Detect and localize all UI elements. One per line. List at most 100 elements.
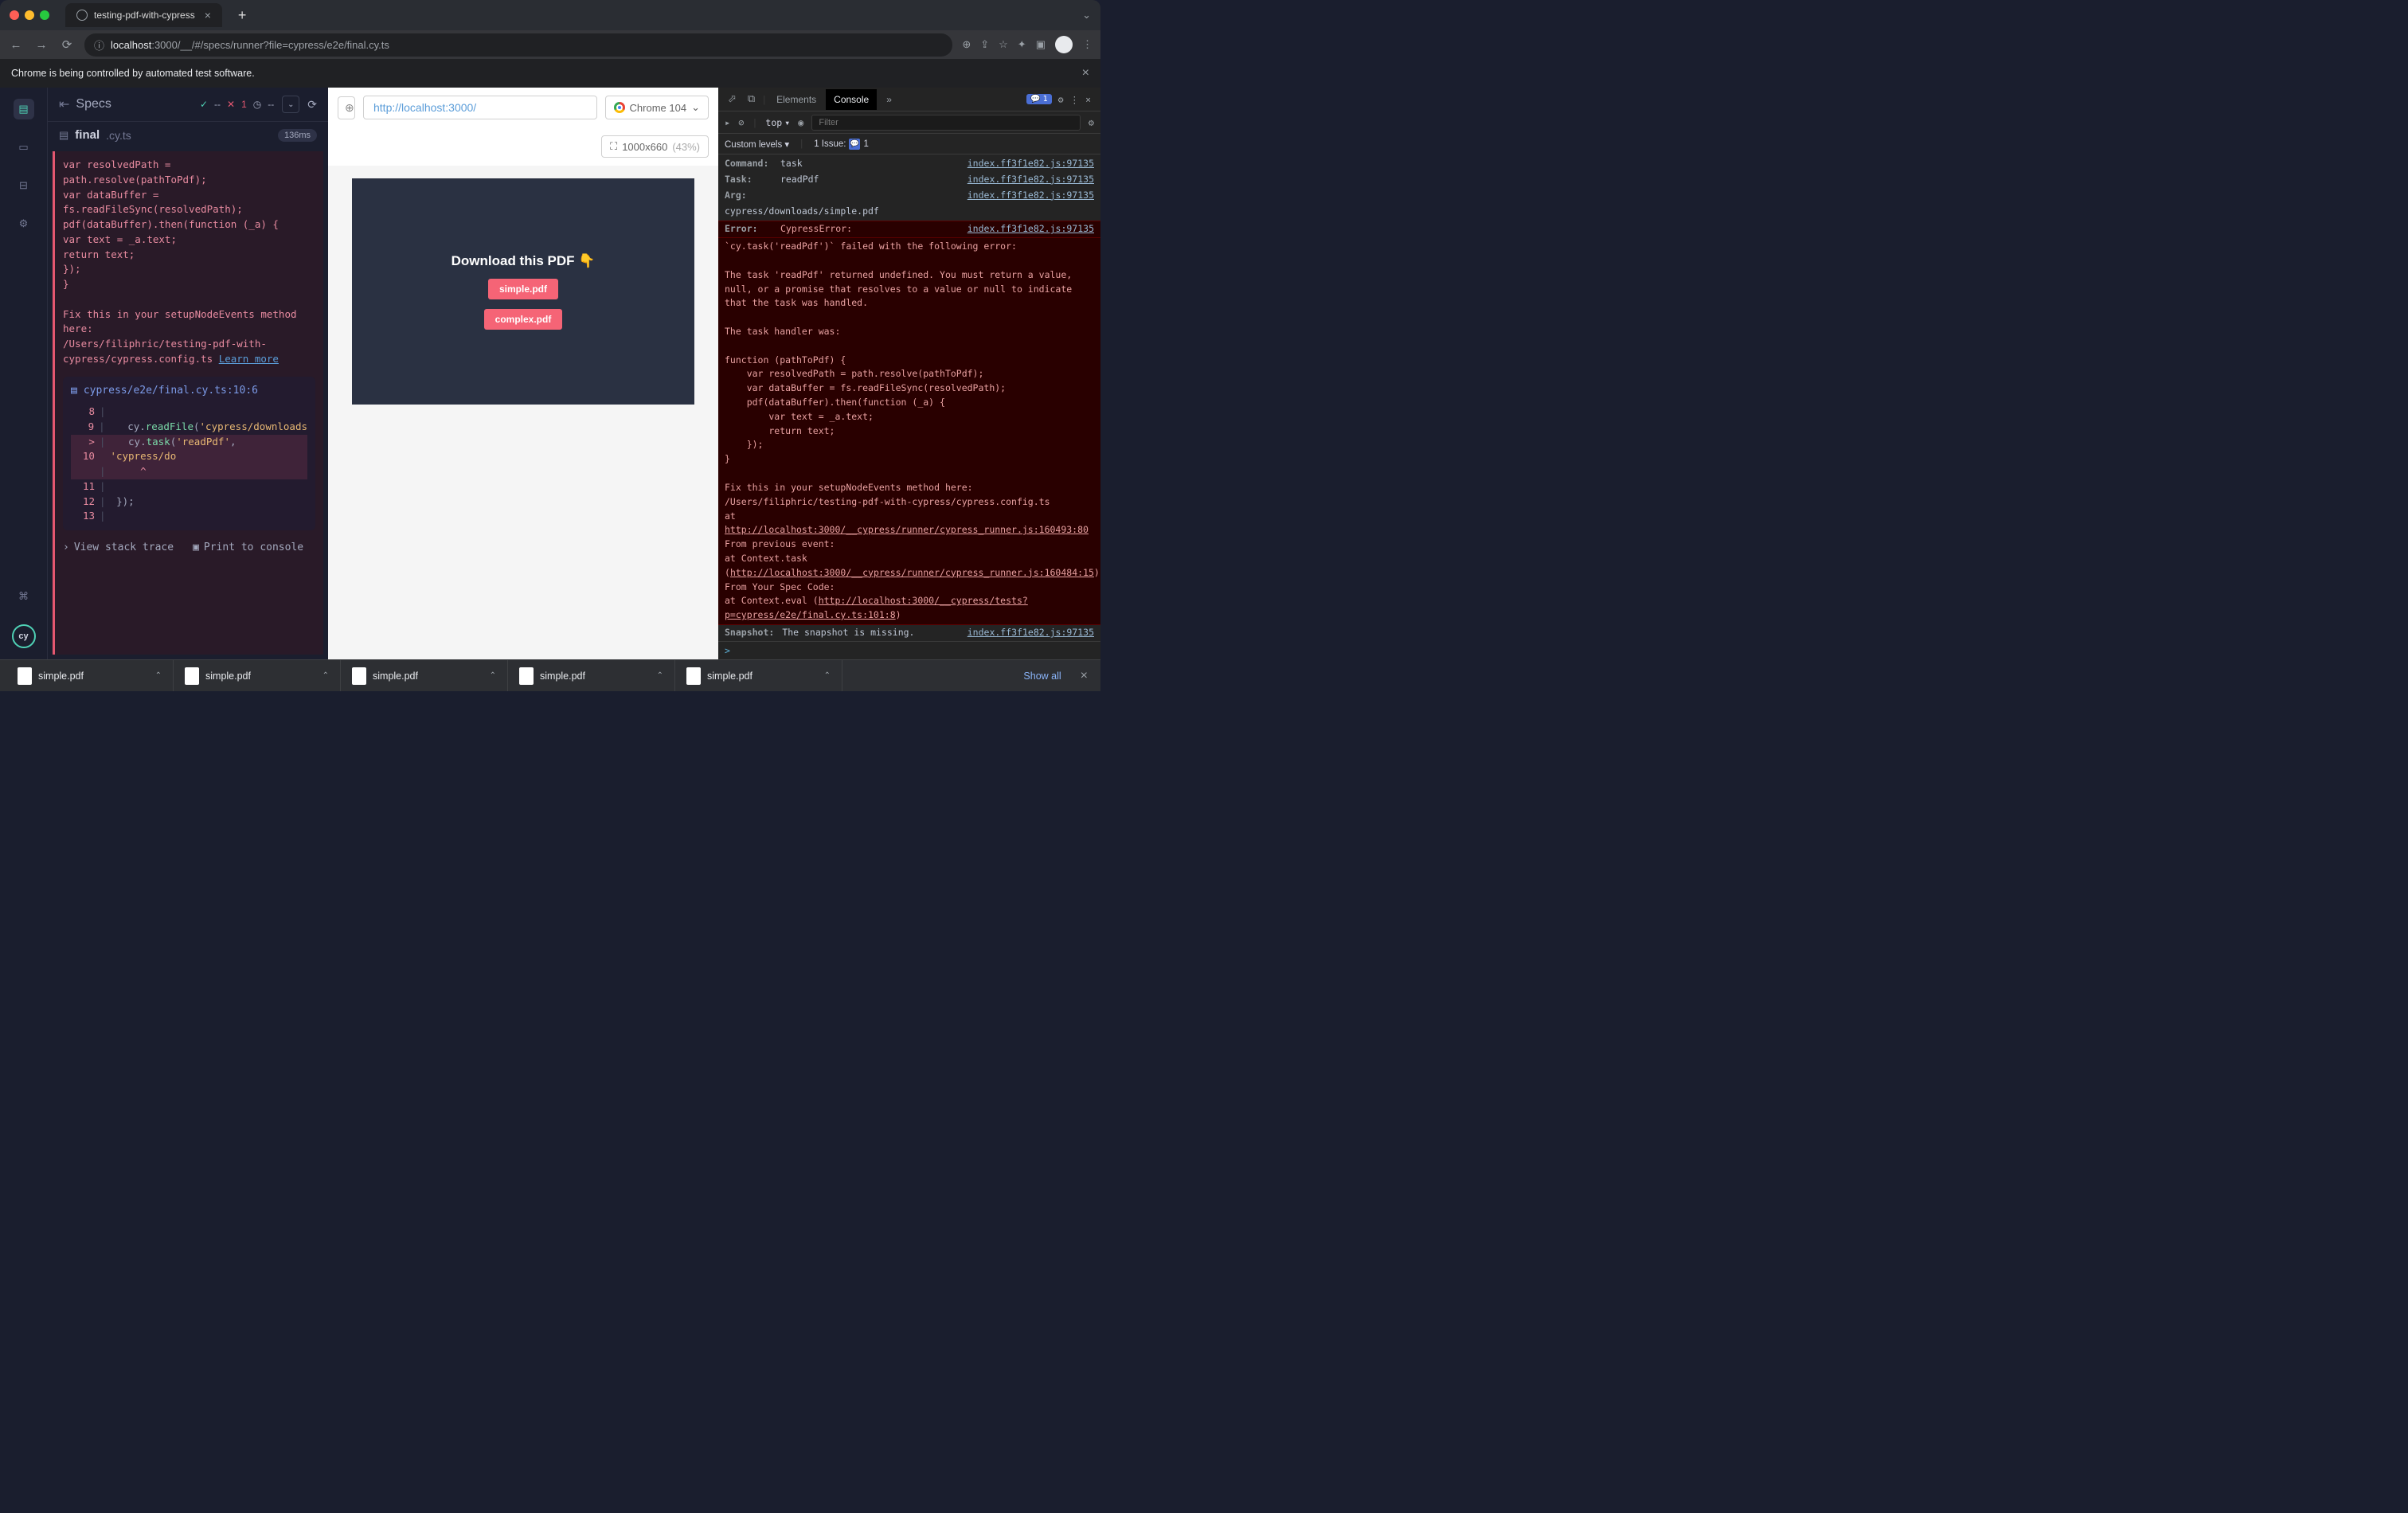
maximize-window-button[interactable] xyxy=(40,10,49,20)
avatar[interactable] xyxy=(1055,36,1073,53)
info-icon[interactable]: ⓘ xyxy=(94,37,104,53)
chevron-down-icon[interactable]: ⌄ xyxy=(1082,9,1091,22)
specs-title[interactable]: ⇤ Specs xyxy=(59,96,192,112)
context-selector[interactable]: top ▾ xyxy=(765,117,790,128)
share-icon[interactable]: ⇪ xyxy=(980,38,989,51)
chevron-up-icon[interactable]: ⌃ xyxy=(490,671,496,680)
download-complex-button[interactable]: complex.pdf xyxy=(484,309,563,330)
runs-nav-icon[interactable]: ▭ xyxy=(14,137,34,158)
source-link[interactable]: index.ff3f1e82.js:97135 xyxy=(968,626,1094,641)
download-item[interactable]: simple.pdf⌃ xyxy=(675,660,842,691)
gear-icon[interactable]: ⚙ xyxy=(1058,94,1064,105)
sidepanel-icon[interactable]: ▣ xyxy=(1036,38,1046,51)
viewport-size[interactable]: ⛶ 1000x660 (43%) xyxy=(601,135,709,158)
chevron-up-icon[interactable]: ⌃ xyxy=(322,671,329,680)
eye-icon[interactable]: ◉ xyxy=(798,117,803,128)
star-icon[interactable]: ☆ xyxy=(999,38,1008,51)
selector-playground-button[interactable]: ⊕ xyxy=(338,96,355,119)
filter-input[interactable] xyxy=(811,115,1080,131)
url-host: localhost xyxy=(111,39,151,51)
url-path: :3000/__/#/specs/runner?file=cypress/e2e… xyxy=(151,39,389,51)
code-frame-file[interactable]: ▤ cypress/e2e/final.cy.ts:10:6 xyxy=(71,383,307,399)
show-all-downloads[interactable]: Show all xyxy=(1010,670,1073,682)
source-link[interactable]: index.ff3f1e82.js:97135 xyxy=(968,173,1094,187)
console-output: Command:taskindex.ff3f1e82.js:97135 Task… xyxy=(718,154,1100,641)
close-icon[interactable]: × xyxy=(1082,66,1089,80)
clear-icon[interactable]: ⊘ xyxy=(738,117,744,128)
file-icon xyxy=(185,667,199,685)
specs-nav-icon[interactable]: ▤ xyxy=(14,99,34,119)
console-prompt[interactable]: > xyxy=(718,641,1100,659)
learn-more-link[interactable]: Learn more xyxy=(219,353,279,365)
download-item[interactable]: simple.pdf⌃ xyxy=(6,660,174,691)
console-icon: ▣ xyxy=(193,540,199,556)
close-window-button[interactable] xyxy=(10,10,19,20)
aut-heading: Download this PDF 👇 xyxy=(452,253,596,269)
play-icon[interactable]: ▸ xyxy=(725,117,730,128)
error-panel: var resolvedPath = path.resolve(pathToPd… xyxy=(53,151,323,655)
device-icon[interactable]: ⧉ xyxy=(743,93,760,105)
reload-button[interactable]: ⟳ xyxy=(59,37,75,52)
source-link[interactable]: index.ff3f1e82.js:97135 xyxy=(968,189,1094,203)
spec-file-row[interactable]: ▤ final.cy.ts 136ms xyxy=(48,122,328,148)
automation-msg: Chrome is being controlled by automated … xyxy=(11,68,255,79)
issues-link[interactable]: 1 Issue: 💬1 xyxy=(814,139,869,150)
tab-more[interactable]: » xyxy=(878,89,900,110)
browser-selector[interactable]: Chrome 104 ⌄ xyxy=(605,96,709,119)
chevron-down-icon[interactable]: ⌄ xyxy=(282,96,299,113)
kebab-icon[interactable]: ⋮ xyxy=(1082,38,1093,51)
file-icon: ▤ xyxy=(59,129,68,142)
refresh-button[interactable]: ⟳ xyxy=(307,98,317,111)
tab-title: testing-pdf-with-cypress xyxy=(94,10,195,21)
search-icon[interactable]: ⊕ xyxy=(962,38,971,51)
keyboard-icon[interactable]: ⌘ xyxy=(14,586,34,607)
tab-console[interactable]: Console xyxy=(826,89,877,110)
chevron-up-icon[interactable]: ⌃ xyxy=(155,671,162,680)
close-icon[interactable]: × xyxy=(1074,669,1094,683)
specs-header: ⇤ Specs ✓-- ✕1 ◷-- ⌄ ⟳ xyxy=(48,88,328,122)
back-button[interactable]: ← xyxy=(8,38,24,52)
fail-icon: ✕ xyxy=(227,99,235,110)
inspect-icon[interactable]: ⬀ xyxy=(723,93,741,105)
issues-badge[interactable]: 💬 1 xyxy=(1026,94,1051,104)
aut-url[interactable]: http://localhost:3000/ xyxy=(363,96,597,119)
kebab-icon[interactable]: ⋮ xyxy=(1070,94,1080,105)
browser-nav-bar: ← → ⟳ ⓘ localhost:3000/__/#/specs/runner… xyxy=(0,30,1100,59)
browser-tab[interactable]: testing-pdf-with-cypress × xyxy=(65,3,222,27)
download-simple-button[interactable]: simple.pdf xyxy=(488,279,558,299)
cypress-logo[interactable]: cy xyxy=(12,624,36,648)
stack-link[interactable]: http://localhost:3000/__cypress/runner/c… xyxy=(730,567,1094,578)
forward-button[interactable]: → xyxy=(33,38,49,52)
settings-nav-icon[interactable]: ⚙ xyxy=(14,213,34,234)
spec-name: final xyxy=(75,128,100,142)
source-link[interactable]: index.ff3f1e82.js:97135 xyxy=(968,222,1094,237)
minimize-window-button[interactable] xyxy=(25,10,34,20)
chevron-up-icon[interactable]: ⌃ xyxy=(657,671,663,680)
print-console-button[interactable]: ▣Print to console xyxy=(193,540,303,556)
preview-toolbar: ⊕ http://localhost:3000/ Chrome 104 ⌄ ⛶ … xyxy=(328,88,718,166)
gear-icon[interactable]: ⚙ xyxy=(1089,117,1094,128)
file-icon xyxy=(352,667,366,685)
levels-selector[interactable]: Custom levels ▾ xyxy=(725,139,789,150)
chevron-down-icon: ⌄ xyxy=(691,101,700,114)
console-toolbar: ▸ ⊘ | top ▾ ◉ ⚙ xyxy=(718,111,1100,134)
tab-elements[interactable]: Elements xyxy=(768,89,824,110)
window-titlebar: testing-pdf-with-cypress × + ⌄ xyxy=(0,0,1100,30)
url-bar[interactable]: ⓘ localhost:3000/__/#/specs/runner?file=… xyxy=(84,33,952,57)
download-item[interactable]: simple.pdf⌃ xyxy=(508,660,675,691)
close-icon[interactable]: × xyxy=(205,9,211,22)
file-icon: ▤ xyxy=(71,383,77,399)
close-icon[interactable]: × xyxy=(1085,94,1091,105)
stack-link[interactable]: http://localhost:3000/__cypress/runner/c… xyxy=(725,524,1089,535)
extensions-icon[interactable]: ✦ xyxy=(1018,38,1026,51)
source-link[interactable]: index.ff3f1e82.js:97135 xyxy=(968,157,1094,171)
spec-duration: 136ms xyxy=(278,129,317,142)
downloads-bar: simple.pdf⌃ simple.pdf⌃ simple.pdf⌃ simp… xyxy=(0,659,1100,691)
chevron-up-icon[interactable]: ⌃ xyxy=(824,671,831,680)
debug-nav-icon[interactable]: ⊟ xyxy=(14,175,34,196)
download-item[interactable]: simple.pdf⌃ xyxy=(174,660,341,691)
new-tab-button[interactable]: + xyxy=(238,7,247,24)
view-stack-button[interactable]: ›View stack trace xyxy=(63,540,174,556)
download-item[interactable]: simple.pdf⌃ xyxy=(341,660,508,691)
workspace: ▤ ▭ ⊟ ⚙ ⌘ cy ⇤ Specs ✓-- ✕1 ◷-- ⌄ ⟳ ▤ fi… xyxy=(0,88,1100,659)
